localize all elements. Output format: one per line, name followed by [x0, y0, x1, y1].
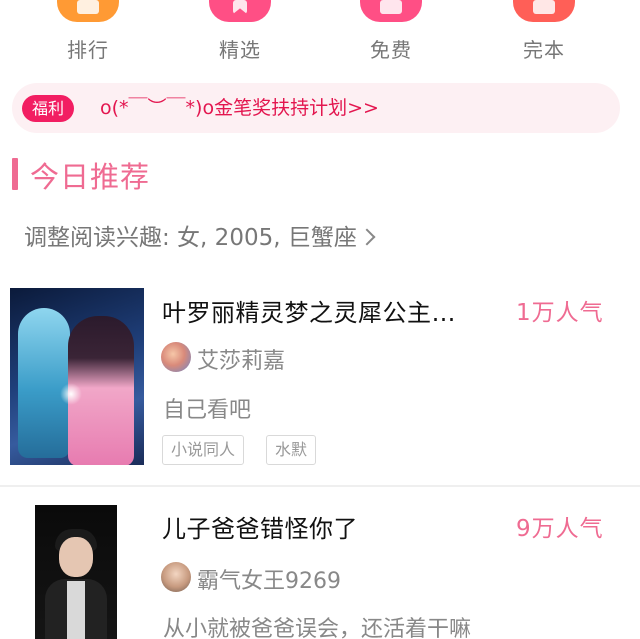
reading-interest-text: 调整阅读兴趣: 女, 2005, 巨蟹座	[24, 225, 357, 251]
author-avatar	[161, 562, 191, 592]
bookmark-icon	[209, 0, 271, 22]
banner-text: o(*￣︶￣*)o金笔奖扶持计划>>	[100, 97, 379, 119]
book-cover[interactable]	[35, 505, 117, 639]
complete-icon	[513, 0, 575, 22]
category-label: 排行	[67, 38, 109, 62]
category-label: 免费	[370, 38, 412, 62]
section-accent-bar	[12, 158, 18, 190]
book-popularity: 1万人气	[516, 300, 604, 326]
book-popularity: 9万人气	[516, 516, 604, 542]
book-cover[interactable]	[10, 288, 144, 465]
author-avatar	[161, 342, 191, 372]
book-item[interactable]: 儿子爸爸错怪你了 9万人气 霸气女王9269 从小就被爸爸误会，还活着干嘛	[0, 487, 640, 639]
category-label: 精选	[219, 38, 261, 62]
book-item[interactable]: 叶罗丽精灵梦之灵犀公主… 1万人气 艾莎莉嘉 自己看吧 小说同人 水默	[0, 285, 640, 485]
book-tag[interactable]: 小说同人	[162, 435, 245, 465]
section-title: 今日推荐	[30, 160, 151, 194]
category-nav: 排行 精选 免费 完本	[0, 0, 640, 70]
book-title: 叶罗丽精灵梦之灵犀公主…	[162, 299, 456, 327]
book-author: 艾莎莉嘉	[197, 349, 286, 374]
reading-interest-link[interactable]: 调整阅读兴趣: 女, 2005, 巨蟹座	[24, 218, 376, 252]
welfare-banner[interactable]: 福利 o(*￣︶￣*)o金笔奖扶持计划>>	[12, 83, 620, 133]
welfare-badge: 福利	[22, 95, 75, 122]
book-description: 自己看吧	[163, 398, 252, 423]
chevron-right-icon	[358, 228, 376, 246]
category-label: 完本	[523, 38, 565, 62]
book-author: 霸气女王9269	[197, 569, 341, 594]
book-tag[interactable]: 水默	[266, 435, 317, 465]
ranking-icon	[57, 0, 119, 22]
free-icon	[360, 0, 422, 22]
book-description: 从小就被爸爸误会，还活着干嘛	[163, 617, 472, 639]
book-title: 儿子爸爸错怪你了	[162, 515, 358, 543]
